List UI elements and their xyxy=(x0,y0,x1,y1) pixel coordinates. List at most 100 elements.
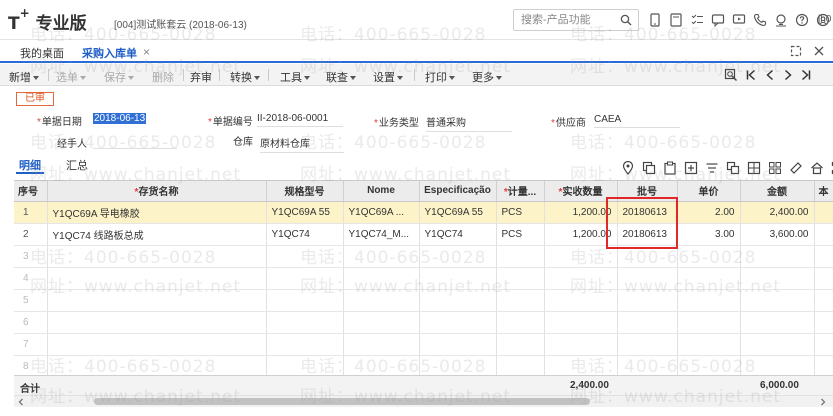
paste-icon[interactable] xyxy=(662,161,678,175)
filter-icon[interactable] xyxy=(704,161,720,175)
code-label: *单据编号 xyxy=(208,117,253,128)
last-record-icon[interactable] xyxy=(799,68,813,82)
cell-amount[interactable]: 3,600.00 xyxy=(740,223,815,246)
cell-extra[interactable] xyxy=(814,201,833,224)
scroll-right-icon[interactable] xyxy=(819,398,827,406)
close-window-icon[interactable] xyxy=(812,44,826,58)
link-query-button[interactable]: 联查 xyxy=(326,69,356,85)
tools-button[interactable]: 工具 xyxy=(280,69,310,85)
cell-batch[interactable]: 20180613 xyxy=(617,223,678,246)
scroll-left-icon[interactable] xyxy=(17,398,25,406)
table-row-empty[interactable]: 7 xyxy=(14,333,833,356)
table-row[interactable]: 1 Y1QC69A 导电橡胶 Y1QC69A 55 Y1QC69A ... Y1… xyxy=(14,201,833,224)
next-record-icon[interactable] xyxy=(781,68,795,82)
cell-unit[interactable]: PCS xyxy=(496,201,545,224)
cell-price[interactable]: 2.00 xyxy=(677,201,741,224)
location-icon[interactable] xyxy=(620,161,636,175)
cell-price[interactable]: 3.00 xyxy=(677,223,741,246)
col-qty[interactable]: *实收数量 xyxy=(544,181,618,202)
cell-seq: 1 xyxy=(14,201,48,224)
tab-desktop[interactable]: 我的桌面 xyxy=(20,45,64,61)
account-set-info: [004]测试账套云 (2018-06-13) xyxy=(114,20,247,31)
tab-close-icon[interactable]: × xyxy=(143,45,150,59)
settings-button[interactable]: 设置 xyxy=(373,69,403,85)
help-icon[interactable] xyxy=(793,11,811,29)
copy-icon[interactable] xyxy=(641,161,657,175)
restore-window-icon[interactable] xyxy=(789,44,803,58)
cell-spec[interactable]: Y1QC74 xyxy=(266,223,344,246)
tab-summary[interactable]: 汇总 xyxy=(66,157,88,173)
table-row-empty[interactable]: 6 xyxy=(14,311,833,334)
col-amount[interactable]: 金额 xyxy=(740,181,815,202)
table-row-empty[interactable]: 8 xyxy=(14,355,833,378)
cell-especificacao[interactable]: Y1QC74 xyxy=(419,223,497,246)
locate-search-icon[interactable] xyxy=(724,68,738,82)
cell-nome[interactable]: Y1QC69A ... xyxy=(343,201,420,224)
col-unit[interactable]: *计量... xyxy=(496,181,545,202)
user-name[interactable]: jh0 xyxy=(818,14,831,25)
tab-purchase-receipt[interactable]: 采购入库单 xyxy=(82,45,137,61)
tablet-icon[interactable] xyxy=(667,11,685,29)
cell-spec[interactable]: Y1QC69A 55 xyxy=(266,201,344,224)
table-row-empty[interactable]: 3 xyxy=(14,245,833,268)
insert-icon[interactable] xyxy=(683,161,699,175)
save-button[interactable]: 保存 xyxy=(104,69,134,85)
checklist-icon[interactable] xyxy=(688,11,706,29)
tab-detail[interactable]: 明细 xyxy=(19,157,41,173)
business-type-field[interactable]: 普通采购 xyxy=(426,114,512,132)
new-button[interactable]: 新增 xyxy=(9,69,39,85)
col-price[interactable]: 单价 xyxy=(677,181,741,202)
tag-icon[interactable] xyxy=(788,161,804,175)
grid-icon[interactable] xyxy=(767,161,783,175)
search-icon[interactable] xyxy=(620,14,632,26)
previous-record-icon[interactable] xyxy=(763,68,777,82)
cell-qty[interactable]: 1,200.00 xyxy=(544,223,618,246)
handler-field[interactable] xyxy=(93,135,177,149)
table-row-empty[interactable]: 4 xyxy=(14,267,833,290)
scrollbar-thumb[interactable] xyxy=(94,398,590,405)
code-field[interactable]: II-2018-06-0001 xyxy=(257,113,343,127)
convert-button[interactable]: 转换 xyxy=(230,69,260,85)
message-icon[interactable] xyxy=(709,11,727,29)
cell-amount[interactable]: 2,400.00 xyxy=(740,201,815,224)
col-extra[interactable]: 本 xyxy=(814,181,833,202)
date-field[interactable]: 2018-06-13 xyxy=(93,113,147,124)
col-spec[interactable]: 规格型号 xyxy=(266,181,344,202)
status-stamp: 已审 xyxy=(16,92,54,106)
search-box[interactable] xyxy=(513,9,639,31)
home-icon[interactable] xyxy=(809,161,825,175)
cell-item-name[interactable]: Y1QC74 线路板总成 xyxy=(47,223,267,246)
col-especificacao[interactable]: Especificação xyxy=(419,181,497,202)
abandon-approval-button[interactable]: 弃审 xyxy=(190,69,212,85)
warehouse-field[interactable]: 原材料仓库 xyxy=(260,135,344,153)
title-bar: T+ 专业版 [004]测试账套云 (2018-06-13) jh0 xyxy=(0,0,833,40)
video-icon[interactable] xyxy=(730,11,748,29)
cell-batch[interactable]: 20180613 xyxy=(617,201,678,224)
col-nome[interactable]: Nome xyxy=(343,181,420,202)
supplier-field[interactable]: CAEA xyxy=(594,114,680,128)
cell-nome[interactable]: Y1QC74_M... xyxy=(343,223,420,246)
col-batch[interactable]: 批号 xyxy=(617,181,678,202)
print-button[interactable]: 打印 xyxy=(425,69,455,85)
cell-extra[interactable] xyxy=(814,223,833,246)
horizontal-scrollbar[interactable] xyxy=(14,395,833,407)
cell-qty[interactable]: 1,200.00 xyxy=(544,201,618,224)
layers-icon[interactable] xyxy=(725,161,741,175)
col-seq[interactable]: 序号 xyxy=(14,181,48,202)
phone-device-icon[interactable] xyxy=(646,11,664,29)
call-icon[interactable] xyxy=(751,11,769,29)
first-record-icon[interactable] xyxy=(744,68,758,82)
col-item-name[interactable]: *存货名称 xyxy=(47,181,267,202)
delete-button[interactable]: 删除 xyxy=(152,69,174,85)
split-icon[interactable] xyxy=(746,161,762,175)
cell-unit[interactable]: PCS xyxy=(496,223,545,246)
search-input[interactable] xyxy=(514,10,614,30)
bulb-icon[interactable] xyxy=(772,11,790,29)
cell-item-name[interactable]: Y1QC69A 导电橡胶 xyxy=(47,201,267,224)
table-row-empty[interactable]: 5 xyxy=(14,289,833,312)
cell-especificacao[interactable]: Y1QC69A 55 xyxy=(419,201,497,224)
detail-grid: 序号 *存货名称 规格型号 Nome Especificação *计量... … xyxy=(14,180,833,395)
table-row[interactable]: 2 Y1QC74 线路板总成 Y1QC74 Y1QC74_M... Y1QC74… xyxy=(14,223,833,246)
select-button[interactable]: 选单 xyxy=(56,69,86,85)
more-button[interactable]: 更多 xyxy=(472,69,502,85)
